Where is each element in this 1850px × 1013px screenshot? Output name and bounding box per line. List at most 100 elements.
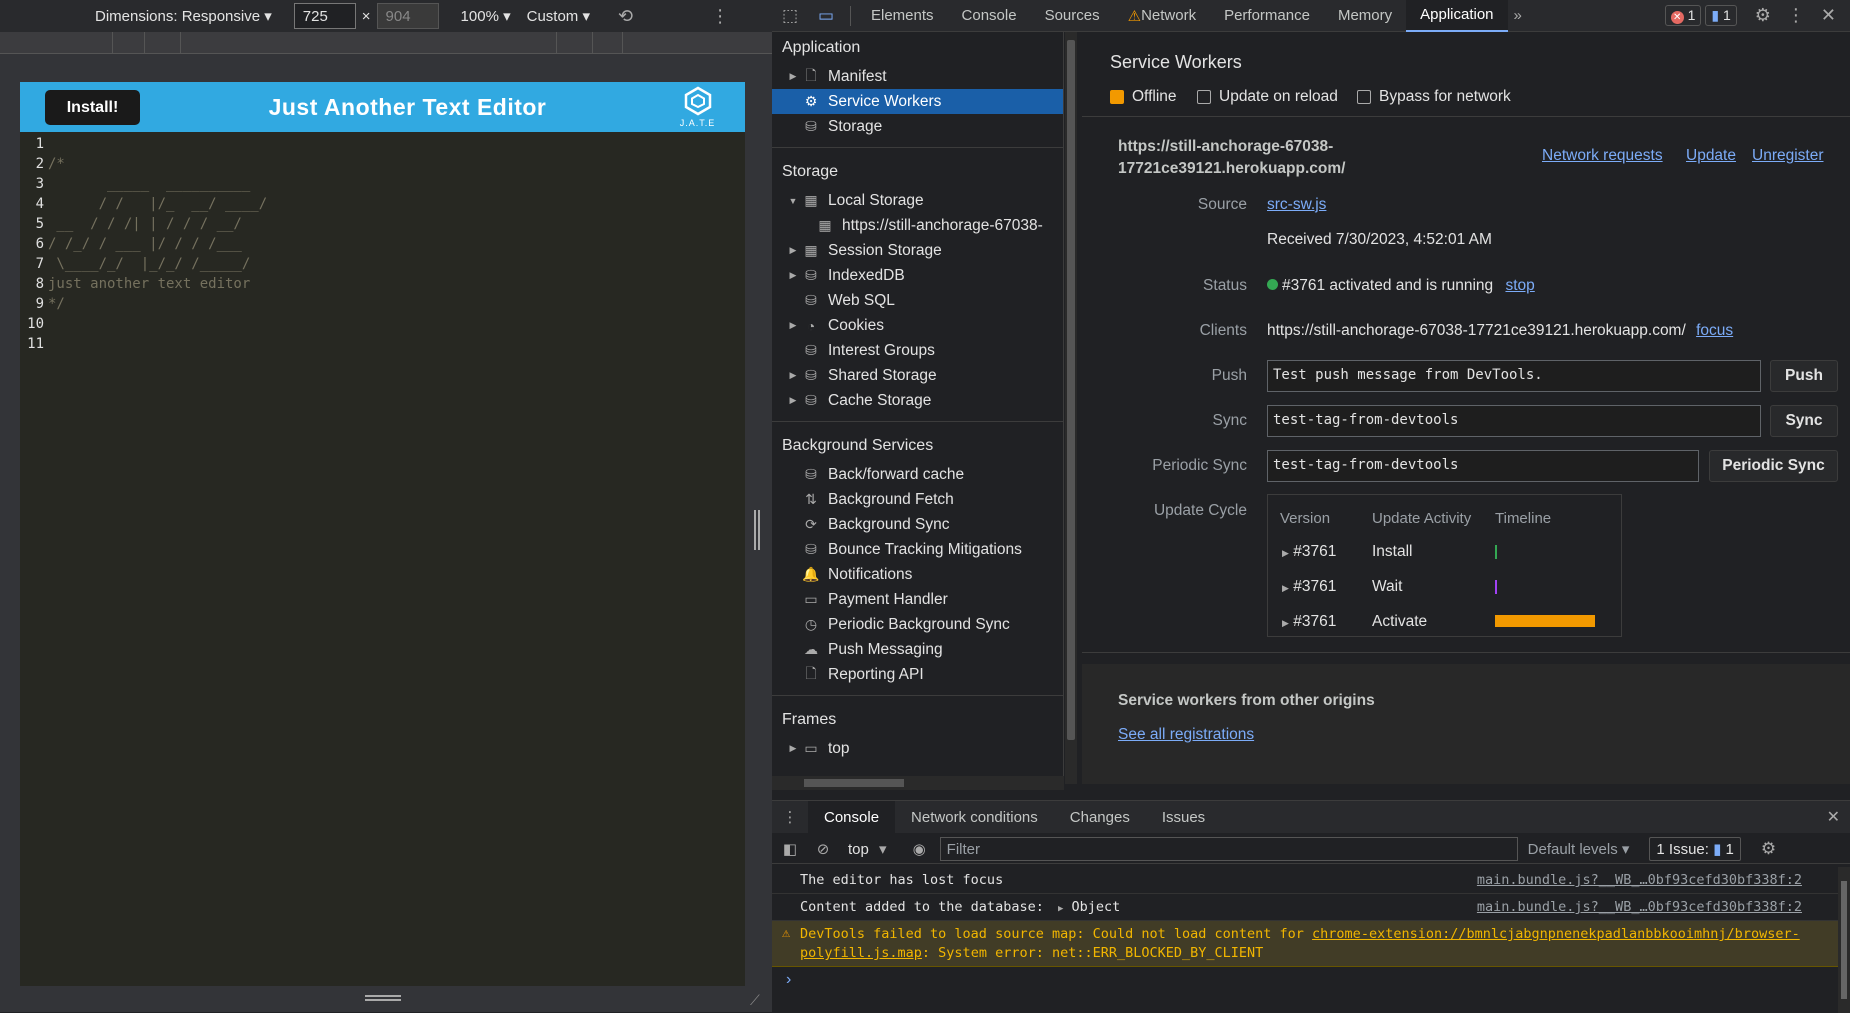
message-counter[interactable]: ▮ 1: [1705, 5, 1737, 26]
code-line: 3 _____ __________: [20, 174, 745, 194]
close-devtools-icon[interactable]: ✕: [1821, 5, 1836, 26]
object-toggle[interactable]: ▶ Object: [1058, 899, 1120, 915]
sidebar-item[interactable]: ⇅ Background Fetch: [772, 487, 1063, 512]
tab-performance[interactable]: Performance: [1210, 0, 1324, 32]
sidebar-hscrollbar[interactable]: [772, 776, 1064, 790]
height-input[interactable]: 904: [376, 3, 439, 29]
console-settings-icon[interactable]: ⚙: [1761, 839, 1776, 859]
source-location-link[interactable]: main.bundle.js?__WB_…0bf93cefd30bf338f:2: [1477, 899, 1802, 915]
bypass-network-checkbox[interactable]: Bypass for network: [1357, 88, 1511, 106]
tab-memory[interactable]: Memory: [1324, 0, 1406, 32]
sidebar-item[interactable]: ▶ ⛁ Shared Storage: [772, 363, 1063, 388]
sidebar-item[interactable]: ⛁ Bounce Tracking Mitigations: [772, 537, 1063, 562]
sidebar-item[interactable]: ⛁ Storage: [772, 114, 1063, 139]
push-button[interactable]: Push: [1770, 360, 1838, 392]
sync-button[interactable]: Sync: [1770, 405, 1838, 437]
sidebar-item[interactable]: ▶ 🗋 Manifest: [772, 64, 1063, 89]
sidebar-item[interactable]: ⛁ Back/forward cache: [772, 462, 1063, 487]
push-input[interactable]: Test push message from DevTools.: [1267, 360, 1761, 392]
focus-link[interactable]: focus: [1696, 322, 1733, 339]
periodic-sync-input[interactable]: test-tag-from-devtools: [1267, 450, 1699, 482]
status-label: Status: [1203, 277, 1247, 294]
storage-section-header[interactable]: Storage: [772, 156, 1063, 188]
sidebar-item[interactable]: ▶ ⛁ IndexedDB: [772, 263, 1063, 288]
zoom-dropdown[interactable]: 100% ▾: [461, 7, 511, 25]
cycle-row[interactable]: ▶ #3761: [1282, 578, 1336, 596]
sidebar-item[interactable]: ▦ https://still-anchorage-67038-: [772, 213, 1063, 238]
tab-network[interactable]: ⚠ Network: [1114, 0, 1210, 32]
see-all-registrations-link[interactable]: See all registrations: [1118, 726, 1254, 744]
col-update-activity: Update Activity: [1372, 510, 1472, 527]
clear-console-icon[interactable]: ⊘: [808, 840, 838, 858]
drawer-tab-network-conditions[interactable]: Network conditions: [895, 801, 1054, 833]
drawer-menu-icon[interactable]: ⋮: [772, 808, 808, 826]
filter-input[interactable]: Filter: [939, 836, 1518, 861]
customize-menu-icon[interactable]: ⋮: [1787, 5, 1805, 26]
network-requests-link[interactable]: Network requests: [1542, 147, 1663, 165]
inspect-element-icon[interactable]: ⬚: [772, 6, 808, 26]
settings-gear-icon[interactable]: ⚙: [1755, 5, 1771, 26]
offline-checkbox[interactable]: Offline: [1110, 88, 1177, 106]
sidebar-toggle-icon[interactable]: ◧: [772, 840, 808, 858]
more-tabs-icon[interactable]: »: [1508, 7, 1528, 24]
close-drawer-icon[interactable]: ✕: [1827, 807, 1840, 827]
sidebar-item[interactable]: ⛁ Interest Groups: [772, 338, 1063, 363]
drawer-tab-console[interactable]: Console: [808, 801, 896, 833]
cycle-row[interactable]: ▶ #3761: [1282, 543, 1336, 561]
resize-handle-right[interactable]: [754, 510, 760, 550]
source-link[interactable]: src-sw.js: [1267, 196, 1326, 214]
drawer-tab-issues[interactable]: Issues: [1146, 801, 1221, 833]
background-services-header[interactable]: Background Services: [772, 430, 1063, 462]
update-link[interactable]: Update: [1686, 147, 1736, 165]
tab-application[interactable]: Application: [1406, 0, 1508, 32]
drawer-tab-changes[interactable]: Changes: [1054, 801, 1146, 833]
sidebar-item[interactable]: ▶ ◔ Cookies: [772, 313, 1063, 338]
tab-sources[interactable]: Sources: [1031, 0, 1114, 32]
log-levels-dropdown[interactable]: Default levels ▾: [1528, 840, 1630, 858]
cycle-row[interactable]: ▶ #3761: [1282, 613, 1336, 631]
code-editor[interactable]: 1 2/* 3 _____ __________ 4 / / |/_ __/ ____…: [20, 134, 745, 354]
sidebar-item[interactable]: ▶ ▦ Session Storage: [772, 238, 1063, 263]
dimensions-dropdown[interactable]: Dimensions: Responsive ▾: [95, 7, 272, 25]
sidebar-item[interactable]: ▶ ▭ top: [772, 736, 1063, 761]
install-button[interactable]: Install!: [45, 90, 140, 125]
throttle-dropdown[interactable]: Custom ▾: [527, 7, 590, 25]
corner-resize-icon[interactable]: ⟋: [750, 992, 760, 1009]
console-scrollbar[interactable]: [1838, 867, 1850, 1013]
update-on-reload-checkbox[interactable]: Update on reload: [1197, 88, 1338, 106]
rotate-icon[interactable]: ⟲: [618, 6, 633, 27]
sidebar-item[interactable]: ⟳ Background Sync: [772, 512, 1063, 537]
sidebar-item[interactable]: ▶ ⛁ Cache Storage: [772, 388, 1063, 413]
line-text: */: [48, 296, 65, 312]
sidebar-item[interactable]: ◷ Periodic Background Sync: [772, 612, 1063, 637]
tab-elements[interactable]: Elements: [857, 0, 948, 32]
stop-link[interactable]: stop: [1505, 277, 1534, 294]
sidebar-item[interactable]: ⚙ Service Workers: [772, 89, 1063, 114]
issues-counter[interactable]: 1 Issue: ▮ 1: [1649, 836, 1741, 861]
width-input[interactable]: 725: [293, 3, 356, 29]
source-location-link[interactable]: main.bundle.js?__WB_…0bf93cefd30bf338f:2: [1477, 872, 1802, 888]
sync-input[interactable]: test-tag-from-devtools: [1267, 405, 1761, 437]
sidebar-item[interactable]: 🗋 Reporting API: [772, 662, 1063, 687]
message-icon: ▮: [1711, 7, 1720, 23]
live-expression-eye-icon[interactable]: ◉: [913, 840, 926, 858]
tab-console[interactable]: Console: [948, 0, 1031, 32]
sidebar-item[interactable]: ☁ Push Messaging: [772, 637, 1063, 662]
line-number: 9: [35, 296, 44, 312]
console-prompt[interactable]: ›: [786, 971, 791, 989]
error-counter[interactable]: ✕ 1: [1664, 5, 1702, 26]
resize-handle-bottom[interactable]: [365, 995, 401, 1001]
context-selector[interactable]: top ▾: [848, 840, 887, 858]
sidebar-item[interactable]: ▼ ▦ Local Storage: [772, 188, 1063, 213]
sidebar-item[interactable]: 🔔 Notifications: [772, 562, 1063, 587]
more-options-icon[interactable]: ⋮: [711, 6, 729, 27]
frames-section-header[interactable]: Frames: [772, 704, 1063, 736]
sidebar-item[interactable]: ▭ Payment Handler: [772, 587, 1063, 612]
application-section-header[interactable]: Application: [772, 32, 1063, 64]
unregister-link[interactable]: Unregister: [1752, 147, 1824, 165]
sidebar-scrollbar[interactable]: [1065, 32, 1077, 784]
periodic-sync-button[interactable]: Periodic Sync: [1709, 450, 1838, 482]
device-toggle-icon[interactable]: ▭: [808, 6, 844, 26]
sidebar-item[interactable]: ⛁ Web SQL: [772, 288, 1063, 313]
media-query-ruler[interactable]: [0, 32, 772, 54]
